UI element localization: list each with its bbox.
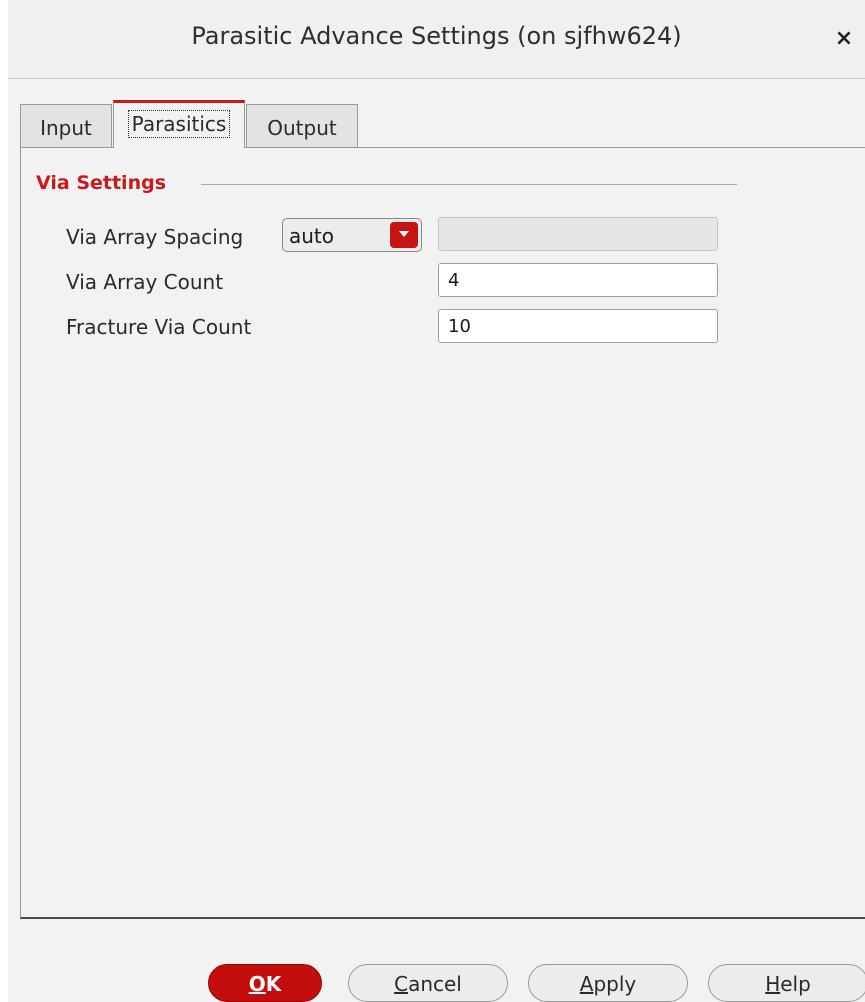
dialog-window: Parasitic Advance Settings (on sjfhw624)… (8, 0, 865, 1002)
via-array-spacing-field (438, 217, 718, 251)
ok-button-label: K (265, 972, 282, 996)
cancel-button-label: ancel (408, 972, 462, 996)
tab-output-label: Output (267, 116, 337, 140)
fracture-via-count-label: Fracture Via Count (66, 315, 252, 339)
chevron-down-icon[interactable] (390, 222, 418, 248)
window-title: Parasitic Advance Settings (on sjfhw624) (191, 22, 682, 50)
help-button[interactable]: Help (708, 964, 865, 1002)
title-bar: Parasitic Advance Settings (on sjfhw624)… (8, 0, 865, 79)
cancel-button[interactable]: Cancel (348, 964, 508, 1002)
tab-input-label: Input (40, 116, 92, 140)
ok-button-mnemonic: O (248, 972, 266, 996)
ok-button[interactable]: OK (208, 964, 322, 1002)
via-array-spacing-label: Via Array Spacing (66, 225, 244, 249)
cancel-button-mnemonic: C (394, 972, 409, 996)
section-divider (201, 184, 737, 185)
close-icon[interactable]: × (833, 28, 855, 50)
apply-button-mnemonic: A (579, 972, 594, 996)
help-button-mnemonic: H (765, 972, 781, 996)
section-title-via-settings: Via Settings (36, 172, 167, 194)
tab-output[interactable]: Output (246, 104, 358, 148)
tab-input[interactable]: Input (20, 104, 112, 148)
tab-parasitics-label: Parasitics (127, 110, 231, 138)
help-button-label: elp (780, 972, 811, 996)
via-array-spacing-dropdown[interactable]: auto (282, 218, 422, 252)
via-array-count-label: Via Array Count (66, 270, 224, 294)
apply-button-label: pply (593, 972, 637, 996)
via-array-count-field[interactable] (438, 263, 718, 297)
apply-button[interactable]: Apply (528, 964, 688, 1002)
fracture-via-count-field[interactable] (438, 309, 718, 343)
tab-parasitics[interactable]: Parasitics (113, 100, 245, 148)
via-array-spacing-selected: auto (289, 224, 335, 248)
